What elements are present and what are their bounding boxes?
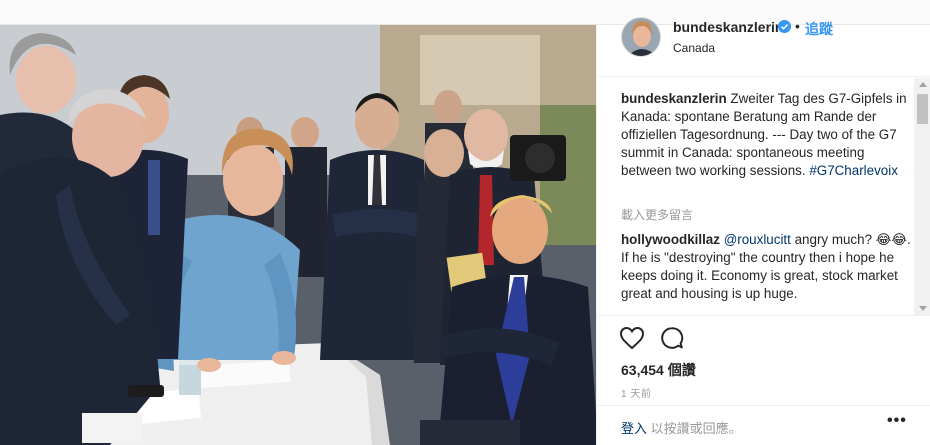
follow-button[interactable]: 追蹤: [805, 19, 833, 39]
login-prompt: 登入 以按讚或回應。 •••: [597, 405, 930, 445]
hashtag-link[interactable]: #G7Charlevoix: [809, 163, 898, 178]
mention-link[interactable]: @rouxlucitt: [724, 232, 791, 247]
like-heart-icon[interactable]: [619, 326, 645, 350]
post-actions: 63,454 個讚 1 天前: [597, 315, 930, 405]
comments-list: bundeskanzlerin Zweiter Tag des G7-Gipfe…: [597, 78, 930, 315]
comment-bubble-icon[interactable]: [660, 326, 684, 350]
caption-comment: bundeskanzlerin Zweiter Tag des G7-Gipfe…: [621, 90, 911, 180]
post-header: bundeskanzlerin • 追蹤 Canada: [597, 17, 930, 77]
post-location[interactable]: Canada: [673, 41, 715, 55]
list-item-comment: hollywoodkillaz @rouxlucitt angry much? …: [621, 231, 911, 303]
more-options-icon[interactable]: •••: [887, 412, 907, 430]
login-prompt-text: 登入 以按讚或回應。: [621, 418, 742, 437]
comments-scrollbar[interactable]: [914, 78, 930, 315]
verified-badge-icon: [778, 20, 791, 33]
scroll-up-arrow-icon[interactable]: [919, 82, 927, 87]
separator-dot: •: [795, 18, 800, 34]
avatar[interactable]: [621, 17, 661, 57]
post-timestamp[interactable]: 1 天前: [621, 385, 651, 400]
scroll-down-arrow-icon[interactable]: [919, 306, 927, 311]
avatar-image-icon: [622, 18, 660, 56]
scrollbar-thumb[interactable]: [917, 94, 928, 124]
likes-count[interactable]: 63,454 個讚: [621, 360, 696, 380]
post-photo[interactable]: [0, 25, 596, 445]
load-more-comments-button[interactable]: 載入更多留言: [621, 206, 693, 223]
login-link[interactable]: 登入: [621, 421, 647, 436]
post-side-panel: bundeskanzlerin • 追蹤 Canada bundeskanzle…: [596, 17, 930, 445]
g7-summit-photo: [0, 25, 596, 445]
login-prompt-label: 以按讚或回應。: [650, 421, 742, 436]
comment-username[interactable]: hollywoodkillaz: [621, 232, 720, 247]
instagram-post: bundeskanzlerin • 追蹤 Canada bundeskanzle…: [0, 17, 930, 445]
comment-username[interactable]: bundeskanzlerin: [621, 91, 727, 106]
post-username[interactable]: bundeskanzlerin: [673, 19, 783, 35]
